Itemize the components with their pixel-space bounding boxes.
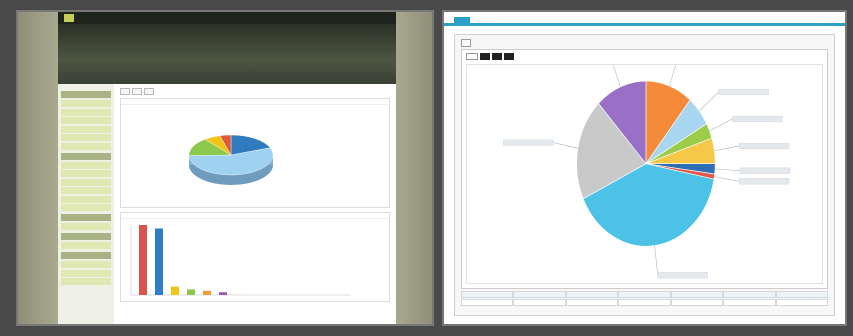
sidebar-item[interactable] [61,178,111,186]
sidebar-item[interactable] [61,170,111,177]
leader-line [709,118,733,132]
bar [171,286,179,295]
sidebar-item[interactable] [61,223,111,230]
table-cell [723,291,776,298]
right-screenshot [442,10,847,326]
pie-chart-card [120,98,390,208]
leader-line [553,142,578,149]
sidebar-item[interactable] [61,125,111,133]
left-background-strip [18,12,58,324]
chart-panel [461,49,828,289]
summary-table [461,291,828,311]
sidebar-item[interactable] [61,134,111,141]
bar [219,292,227,295]
sidebar-item[interactable] [61,195,111,203]
bar [203,290,211,295]
top-tab[interactable] [576,20,584,23]
table-cell [723,299,776,306]
sidebar-item[interactable] [61,108,111,116]
top-tab-active[interactable] [454,17,470,23]
sidebar-item[interactable] [61,204,111,211]
sidebar-item[interactable] [61,117,111,124]
report-tab[interactable] [144,88,154,95]
sidebar-item[interactable] [61,142,111,150]
sub-tab[interactable] [461,39,471,47]
sidebar-item[interactable] [61,161,111,169]
top-navigation [58,12,396,24]
nav-tab-home[interactable] [64,14,74,22]
bar [187,289,195,295]
report-tab[interactable] [132,88,142,95]
sidebar-item[interactable] [61,242,111,249]
chart-tab[interactable] [480,53,490,60]
top-tab[interactable] [500,20,508,23]
sidebar-item[interactable] [61,261,111,268]
table-cell [565,299,619,306]
data-label-box [503,139,554,146]
data-label-box [657,272,708,279]
sidebar-section-header[interactable] [61,152,111,160]
header-banner [58,24,396,84]
leader-line [611,59,621,87]
report-tabs [120,88,390,95]
chart-tabs [462,50,827,63]
sidebar-item[interactable] [61,100,111,107]
data-label-box [718,88,769,96]
sidebar-section-header[interactable] [61,91,111,98]
table-cell [618,291,671,298]
sidebar-item[interactable] [61,269,111,277]
table-cell [775,291,828,298]
report-tab[interactable] [120,88,130,95]
top-tab[interactable] [614,20,622,23]
table-cell [618,299,671,306]
nav-tab-2[interactable] [80,14,90,22]
table-cell [461,291,514,298]
data-label-box [738,143,790,150]
right-background-strip [396,12,432,324]
table-cell [670,299,724,306]
top-tab[interactable] [538,20,546,23]
chart-tab-active[interactable] [466,53,478,60]
left-screenshot [16,10,434,326]
sidebar-item[interactable] [61,187,111,194]
pie-chart-3d [188,134,274,185]
table-cell [565,291,619,298]
leader-line [714,176,740,182]
main-content [114,84,396,324]
data-label-box [739,167,791,174]
nav-tab-3[interactable] [96,14,106,22]
plot-area [466,54,823,284]
bar [155,228,163,295]
table-cell [461,299,514,306]
sidebar-section-header[interactable] [61,233,111,240]
table-row [461,299,828,306]
sidebar-section-header[interactable] [61,214,111,221]
table-cell [513,299,566,306]
bar-chart [130,225,351,296]
table-cell [670,291,724,298]
left-app-window [58,12,396,324]
bar [139,225,147,295]
leader-line [715,168,741,172]
leader-line [654,245,658,276]
leader-line [669,57,679,87]
chart-tab[interactable] [492,53,502,60]
leader-line [699,91,719,112]
data-label-box [738,178,790,185]
leader-line [714,145,740,152]
pie-chart [503,54,791,279]
report-frame [454,34,835,316]
table-cell [775,299,828,306]
bar-chart-card [120,212,390,302]
sidebar-item[interactable] [61,278,111,285]
chart-tab[interactable] [504,53,514,60]
top-tab-bar [444,12,845,26]
data-label-box [732,115,783,123]
table-row [461,291,828,298]
sidebar-menu [58,84,114,324]
sidebar-section-header[interactable] [61,252,111,259]
table-cell [513,291,566,298]
